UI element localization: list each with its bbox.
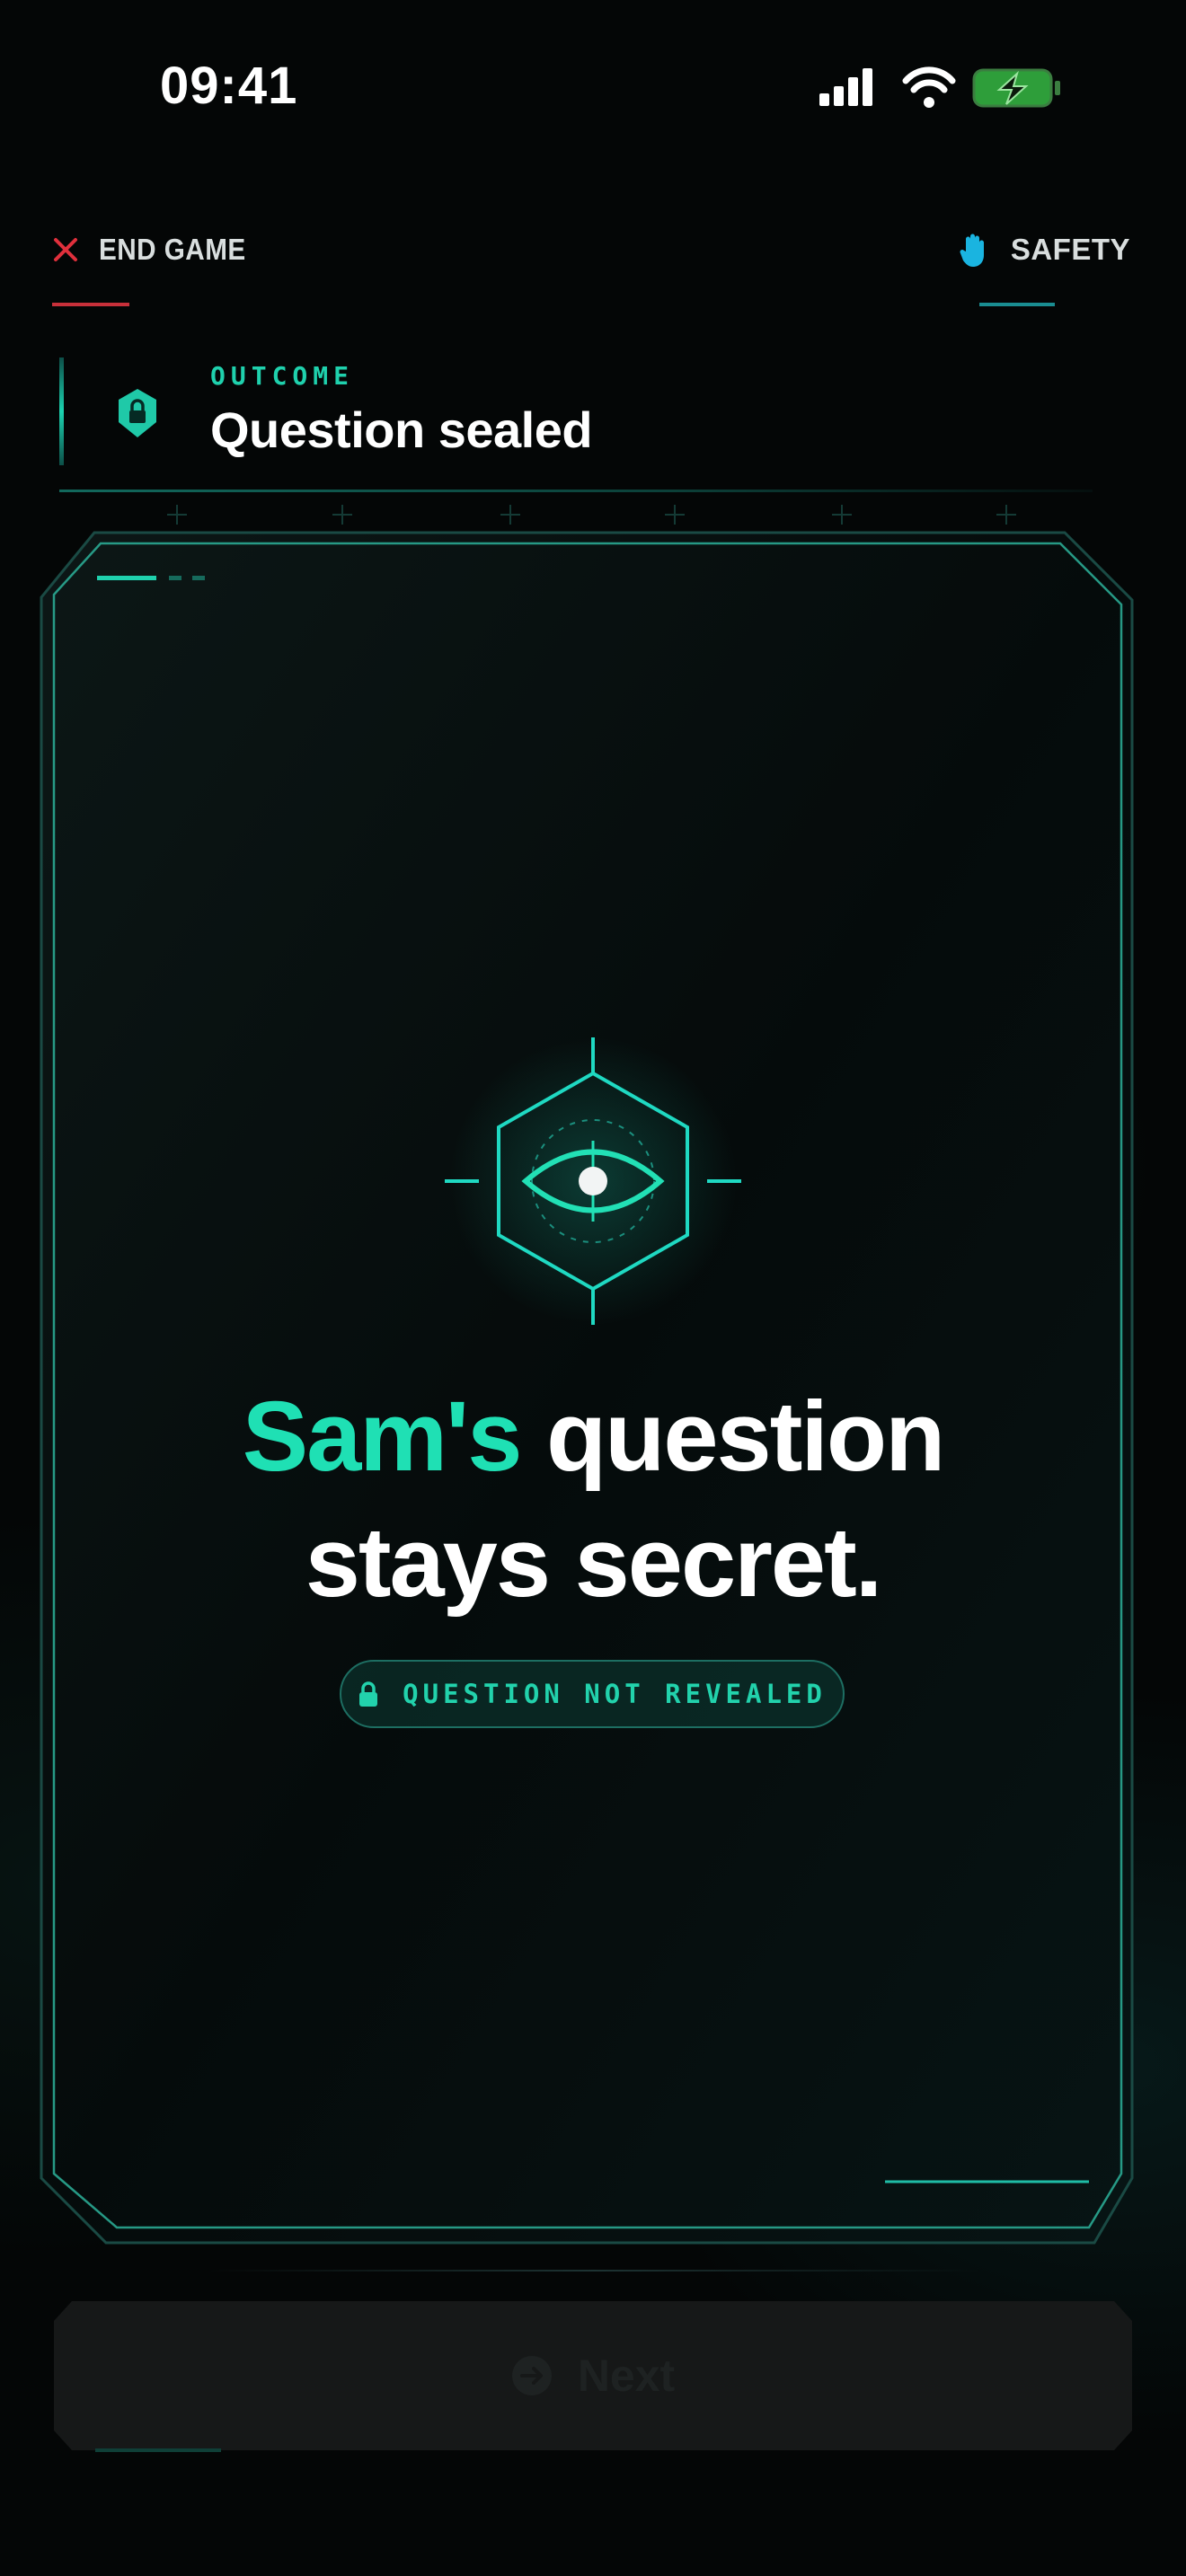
next-button[interactable]: Next: [54, 2301, 1132, 2452]
headline-line-1: Sam's question: [0, 1374, 1186, 1500]
status-bar: 09:41: [0, 0, 1186, 180]
status-badge: QUESTION NOT REVEALED: [340, 1660, 845, 1728]
status-time: 09:41: [160, 57, 298, 115]
safety-button[interactable]: SAFETY: [959, 223, 1130, 277]
end-game-label: END GAME: [99, 233, 246, 266]
next-label: Next: [577, 2351, 676, 2401]
status-icons: [819, 66, 1060, 108]
badge-label: QUESTION NOT REVEALED: [403, 1679, 827, 1709]
hand-icon: [960, 234, 984, 267]
headline: Sam's question stays secret.: [0, 1374, 1186, 1626]
close-icon: [54, 238, 77, 261]
next-accent-bar: [95, 2448, 221, 2452]
end-game-underline: [52, 303, 129, 306]
eye-hexagon-icon: [445, 1037, 741, 1325]
headline-line-2: stays secret.: [305, 1507, 883, 1618]
outcome-accent-bar: [59, 357, 64, 465]
wifi-icon: [902, 66, 956, 108]
battery-charging-icon: [972, 68, 1060, 108]
footer-divider: [207, 2270, 979, 2272]
signal-icon: [819, 68, 872, 106]
safety-underline: [979, 303, 1055, 306]
next-button-content: Next: [54, 2301, 1132, 2450]
player-name: Sam's: [242, 1381, 523, 1492]
shield-lock-icon: [119, 389, 156, 437]
safety-label: SAFETY: [1010, 233, 1130, 266]
end-game-button[interactable]: END GAME: [52, 223, 262, 277]
outcome-kicker: OUTCOME: [210, 361, 355, 391]
headline-rest: question: [520, 1381, 945, 1492]
outcome-title: Question sealed: [210, 401, 593, 458]
lock-icon: [359, 1681, 378, 1707]
arrow-circle-right-icon: [511, 2356, 552, 2395]
outcome-divider: [59, 490, 1093, 492]
